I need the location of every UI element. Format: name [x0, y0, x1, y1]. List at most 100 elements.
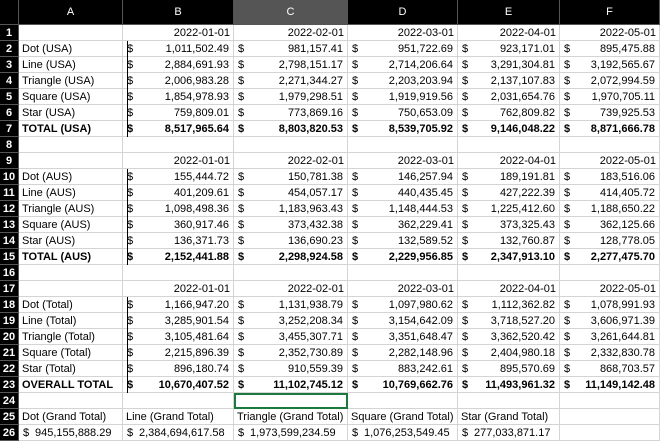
cell-e21[interactable]: $2,404,980.18	[458, 345, 560, 361]
cell-a8[interactable]	[19, 137, 123, 153]
row-header-9[interactable]: 9	[0, 153, 19, 169]
cell-f19[interactable]: $3,606,971.39	[560, 313, 660, 329]
cell-d14[interactable]: $132,589.52	[348, 233, 458, 249]
cell-c9[interactable]: 2022-02-01	[234, 153, 348, 169]
cell-e24[interactable]	[458, 393, 560, 409]
cell-a12[interactable]: Triangle (AUS)	[19, 201, 123, 217]
cell-d3[interactable]: $2,714,206.64	[348, 57, 458, 73]
cell-e15[interactable]: $2,347,913.10	[458, 249, 560, 265]
cell-b1[interactable]: 2022-01-01	[123, 25, 234, 41]
cell-a11[interactable]: Line (AUS)	[19, 185, 123, 201]
cell-f15[interactable]: $2,277,475.70	[560, 249, 660, 265]
cell-f12[interactable]: $1,188,650.22	[560, 201, 660, 217]
cell-b24[interactable]	[123, 393, 234, 409]
cell-d23[interactable]: $10,769,662.76	[348, 377, 458, 393]
cell-b23[interactable]: $10,670,407.52	[123, 377, 234, 393]
cell-d19[interactable]: $3,154,642.09	[348, 313, 458, 329]
row-header-10[interactable]: 10	[0, 169, 19, 185]
cell-e10[interactable]: $189,191.81	[458, 169, 560, 185]
cell-d2[interactable]: $951,722.69	[348, 41, 458, 57]
cell-a26[interactable]: $945,155,888.29	[19, 425, 123, 441]
cell-c25[interactable]: Triangle (Grand Total)	[234, 409, 348, 425]
row-header-4[interactable]: 4	[0, 73, 19, 89]
cell-a19[interactable]: Line (Total)	[19, 313, 123, 329]
cell-e25[interactable]: Star (Grand Total)	[458, 409, 560, 425]
row-header-13[interactable]: 13	[0, 217, 19, 233]
cell-b8[interactable]	[123, 137, 234, 153]
cell-b3[interactable]: $2,884,691.93	[123, 57, 234, 73]
cell-c13[interactable]: $373,432.38	[234, 217, 348, 233]
cell-a16[interactable]	[19, 265, 123, 281]
row-header-26[interactable]: 26	[0, 425, 19, 441]
row-header-18[interactable]: 18	[0, 297, 19, 313]
cell-f26[interactable]	[560, 425, 660, 441]
cell-c22[interactable]: $910,559.39	[234, 361, 348, 377]
row-header-25[interactable]: 25	[0, 409, 19, 425]
cell-d15[interactable]: $2,229,956.85	[348, 249, 458, 265]
cell-e14[interactable]: $132,760.87	[458, 233, 560, 249]
cell-c5[interactable]: $1,979,298.51	[234, 89, 348, 105]
cell-c21[interactable]: $2,352,730.89	[234, 345, 348, 361]
cell-d12[interactable]: $1,148,444.53	[348, 201, 458, 217]
cell-b15[interactable]: $2,152,441.88	[123, 249, 234, 265]
column-header-e[interactable]: E	[458, 0, 560, 25]
cell-c10[interactable]: $150,781.38	[234, 169, 348, 185]
cell-e12[interactable]: $1,225,412.60	[458, 201, 560, 217]
cell-a7[interactable]: TOTAL (USA)	[19, 121, 123, 137]
cell-e3[interactable]: $3,291,304.81	[458, 57, 560, 73]
cell-e4[interactable]: $2,137,107.83	[458, 73, 560, 89]
cell-c26[interactable]: $1,973,599,234.59	[234, 425, 348, 441]
cell-e2[interactable]: $923,171.01	[458, 41, 560, 57]
cell-f24[interactable]	[560, 393, 660, 409]
row-header-12[interactable]: 12	[0, 201, 19, 217]
cell-a25[interactable]: Dot (Grand Total)	[19, 409, 123, 425]
column-header-c[interactable]: C	[234, 0, 348, 25]
cell-a3[interactable]: Line (USA)	[19, 57, 123, 73]
cell-e11[interactable]: $427,222.39	[458, 185, 560, 201]
row-header-1[interactable]: 1	[0, 25, 19, 41]
cell-d6[interactable]: $750,653.09	[348, 105, 458, 121]
cell-e17[interactable]: 2022-04-01	[458, 281, 560, 297]
cell-b12[interactable]: $1,098,498.36	[123, 201, 234, 217]
cell-d24[interactable]	[348, 393, 458, 409]
cell-f21[interactable]: $2,332,830.78	[560, 345, 660, 361]
cell-f14[interactable]: $128,778.05	[560, 233, 660, 249]
cell-f8[interactable]	[560, 137, 660, 153]
cell-c4[interactable]: $2,271,344.27	[234, 73, 348, 89]
cell-b6[interactable]: $759,809.01	[123, 105, 234, 121]
cell-c16[interactable]	[234, 265, 348, 281]
cell-f25[interactable]	[560, 409, 660, 425]
column-header-d[interactable]: D	[348, 0, 458, 25]
cell-a6[interactable]: Star (USA)	[19, 105, 123, 121]
cell-f6[interactable]: $739,925.53	[560, 105, 660, 121]
cell-e6[interactable]: $762,809.82	[458, 105, 560, 121]
cell-e1[interactable]: 2022-04-01	[458, 25, 560, 41]
cell-a20[interactable]: Triangle (Total)	[19, 329, 123, 345]
row-header-20[interactable]: 20	[0, 329, 19, 345]
cell-e7[interactable]: $9,146,048.22	[458, 121, 560, 137]
cell-b10[interactable]: $155,444.72	[123, 169, 234, 185]
row-header-8[interactable]: 8	[0, 137, 19, 153]
cell-f11[interactable]: $414,405.72	[560, 185, 660, 201]
column-header-f[interactable]: F	[560, 0, 660, 25]
cell-e19[interactable]: $3,718,527.20	[458, 313, 560, 329]
cell-d22[interactable]: $883,242.61	[348, 361, 458, 377]
cell-a22[interactable]: Star (Total)	[19, 361, 123, 377]
cell-d9[interactable]: 2022-03-01	[348, 153, 458, 169]
cell-c1[interactable]: 2022-02-01	[234, 25, 348, 41]
cell-d7[interactable]: $8,539,705.92	[348, 121, 458, 137]
cell-e18[interactable]: $1,112,362.82	[458, 297, 560, 313]
spreadsheet-grid[interactable]: A B C D E F 1 2 3 4 5 6 7 8 9 10 11 12 13 14 15 16 17 18 19 20 21 2…	[0, 0, 660, 448]
cell-d16[interactable]	[348, 265, 458, 281]
cell-b5[interactable]: $1,854,978.93	[123, 89, 234, 105]
cell-e26[interactable]: $277,033,871.17	[458, 425, 560, 441]
cell-f20[interactable]: $3,261,644.81	[560, 329, 660, 345]
cell-f5[interactable]: $1,970,705.11	[560, 89, 660, 105]
cell-a15[interactable]: TOTAL (AUS)	[19, 249, 123, 265]
cell-c15[interactable]: $2,298,924.58	[234, 249, 348, 265]
row-header-23[interactable]: 23	[0, 377, 19, 393]
row-header-3[interactable]: 3	[0, 57, 19, 73]
cell-b11[interactable]: $401,209.61	[123, 185, 234, 201]
cell-a24[interactable]	[19, 393, 123, 409]
cell-b7[interactable]: $8,517,965.64	[123, 121, 234, 137]
